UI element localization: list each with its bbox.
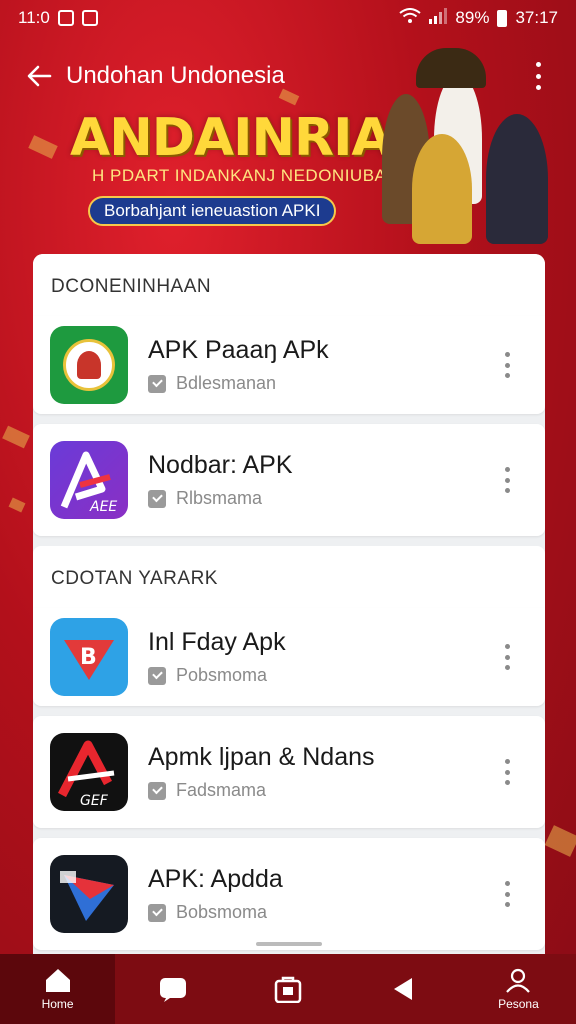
back-button[interactable] [26, 50, 52, 102]
green-emblem-icon [50, 326, 128, 404]
chat-icon [158, 976, 188, 1002]
nav-profile[interactable]: Pesona [461, 954, 576, 1024]
bag-icon [273, 976, 303, 1003]
check-icon [148, 903, 166, 922]
app-meta: Pobsmoma [176, 665, 268, 685]
check-icon [148, 489, 166, 508]
nav-profile-label: Pesona [498, 997, 539, 1011]
app-name: APK: Apdda [148, 865, 283, 893]
app-meta: Bdlesmanan [176, 373, 277, 393]
gallery-icon [81, 10, 98, 26]
banner-pill[interactable]: Borbahjant ieneuastion APKI [88, 196, 337, 226]
arrow-left-icon [27, 65, 52, 87]
list-item[interactable]: AEE Nodbar: APK Rlbsmama [33, 424, 545, 536]
battery-percent: 89% [455, 8, 490, 27]
section-header: DCONENINHAAN [33, 254, 545, 316]
home-icon [43, 967, 73, 993]
check-icon [148, 781, 166, 800]
app-name: APK Paaaŋ APk [148, 336, 329, 364]
banner-people-image [376, 44, 576, 244]
check-icon [148, 666, 166, 685]
black-a-logo-icon: GEF [50, 733, 128, 811]
item-more-button[interactable] [497, 759, 517, 785]
app-name: Inl Fday Apk [148, 628, 286, 656]
wifi-icon [399, 7, 422, 29]
item-more-button[interactable] [497, 881, 517, 907]
page-title: Undohan Undonesia [66, 62, 285, 89]
section-header: CDOTAN YARARK [33, 546, 545, 608]
list-item[interactable]: B Inl Fday Apk Pobsmoma [33, 608, 545, 706]
app-meta: Rlbsmama [176, 488, 263, 508]
nav-chat[interactable] [115, 954, 230, 1024]
purple-a-logo-icon: AEE [50, 441, 128, 519]
nav-bag[interactable] [230, 954, 345, 1024]
profile-icon [503, 967, 533, 993]
dark-triangle-logo-icon [50, 855, 128, 933]
banner-title: ANDAINRIA [70, 108, 392, 168]
clock: 37:17 [515, 8, 558, 27]
nav-home-label: Home [41, 997, 74, 1011]
svg-text:GEF: GEF [80, 793, 109, 809]
app-meta: Fadsmama [176, 780, 267, 800]
app-meta: Bobsmoma [176, 902, 268, 922]
svg-text:B: B [80, 645, 97, 670]
content-panel: DCONENINHAAN APK Paaaŋ APk Bdlesmanan AE… [33, 254, 545, 954]
banner-subtitle: H PDART INDANKANJ NEDONIUBAK [92, 166, 399, 185]
status-left-text: 11:0 [18, 8, 50, 27]
battery-icon [497, 9, 508, 27]
list-item[interactable]: APK: Apdda Bobsmoma [33, 838, 545, 950]
home-indicator [256, 942, 322, 946]
app-name: Nodbar: APK [148, 451, 293, 479]
nav-home[interactable]: Home [0, 954, 116, 1024]
item-more-button[interactable] [497, 467, 517, 493]
check-icon [148, 374, 166, 393]
bottom-nav: Home Pesona [0, 954, 576, 1024]
list-item[interactable]: GEF Apmk ljpan & Ndans Fadsmama [33, 716, 545, 828]
back-triangle-icon [388, 976, 418, 1002]
notification-icon [57, 10, 74, 26]
blue-b-logo-icon: B [50, 618, 128, 696]
status-bar: 11:0 89% 37:17 [0, 0, 576, 36]
signal-icon [429, 7, 448, 29]
item-more-button[interactable] [497, 352, 517, 378]
svg-text:AEE: AEE [89, 499, 117, 515]
nav-back[interactable] [346, 954, 461, 1024]
app-name: Apmk ljpan & Ndans [148, 743, 375, 771]
item-more-button[interactable] [497, 644, 517, 670]
list-item[interactable]: APK Paaaŋ APk Bdlesmanan [33, 316, 545, 414]
